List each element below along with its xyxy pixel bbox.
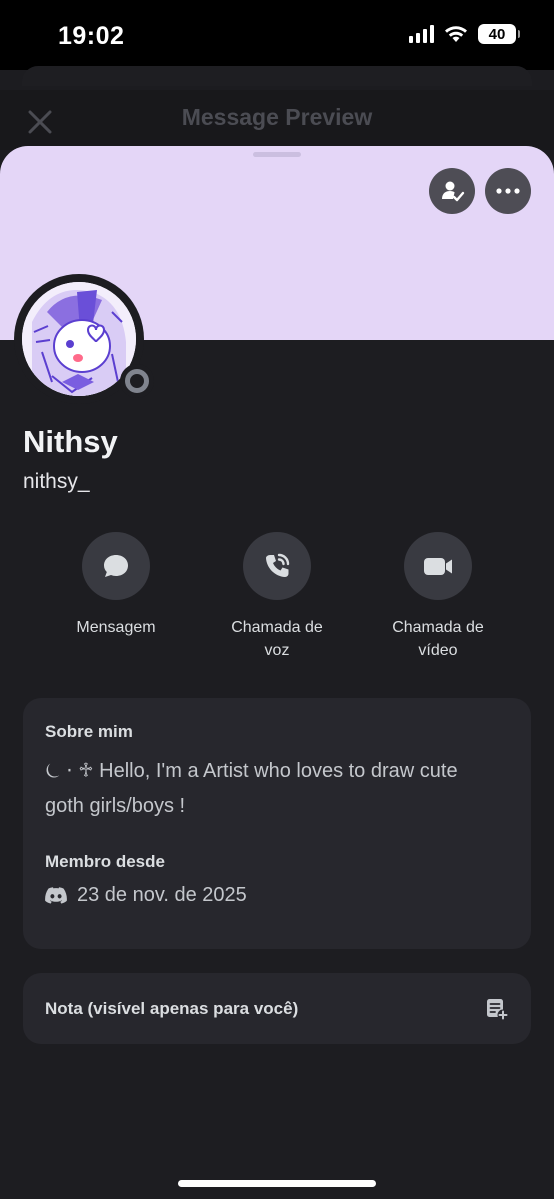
- voice-call-action[interactable]: Chamada de voz: [207, 532, 347, 662]
- avatar-container[interactable]: [14, 274, 154, 404]
- video-call-label: Chamada de vídeo: [392, 619, 484, 659]
- note-card[interactable]: Nota (visível apenas para você): [23, 973, 531, 1044]
- video-call-button[interactable]: [404, 532, 472, 600]
- status-indicator-offline: [120, 364, 154, 398]
- voice-call-button[interactable]: [243, 532, 311, 600]
- display-name: Nithsy: [23, 424, 118, 459]
- chat-bubble-icon: [104, 555, 128, 577]
- video-call-action[interactable]: Chamada de vídeo: [368, 532, 508, 662]
- add-note-icon[interactable]: [485, 997, 509, 1021]
- background-modal-edge: [22, 66, 532, 86]
- status-time: 19:02: [58, 22, 125, 50]
- cellular-signal-icon: [409, 25, 434, 43]
- message-label: Mensagem: [76, 619, 156, 636]
- about-heading: Sobre mim: [45, 722, 133, 741]
- friend-check-icon: [442, 181, 465, 202]
- wifi-icon: [445, 26, 467, 42]
- more-icon: [496, 188, 520, 194]
- note-label: Nota (visível apenas para você): [45, 998, 299, 1018]
- member-since-heading: Membro desde: [45, 852, 165, 871]
- member-since-row: 23 de nov. de 2025: [45, 884, 509, 907]
- about-card: Sobre mim ⏾ ⋅ ♱ Hello, I'm a Artist who …: [23, 698, 531, 949]
- member-since-date: 23 de nov. de 2025: [77, 884, 247, 906]
- sheet-grabber[interactable]: [253, 152, 301, 157]
- about-text: ⏾ ⋅ ♱ Hello, I'm a Artist who loves to d…: [45, 760, 458, 817]
- friend-status-button[interactable]: [429, 168, 475, 214]
- discord-logo-icon: [45, 887, 67, 904]
- more-options-button[interactable]: [485, 168, 531, 214]
- phone-call-icon: [266, 553, 290, 577]
- home-indicator: [178, 1180, 376, 1187]
- profile-sheet: Nithsy nithsy_ Mensagem Chamada de voz C…: [0, 146, 554, 1199]
- voice-call-label: Chamada de voz: [231, 619, 323, 659]
- battery-indicator: 40: [478, 24, 520, 44]
- video-camera-icon: [424, 558, 452, 575]
- avatar-illustration: [22, 282, 136, 396]
- background-modal-title: Message Preview: [181, 104, 373, 130]
- status-icons: 40: [409, 24, 520, 44]
- message-button[interactable]: [82, 532, 150, 600]
- avatar: [22, 282, 136, 396]
- message-action[interactable]: Mensagem: [46, 532, 186, 639]
- status-bar: 19:02 40: [0, 0, 554, 70]
- username: nithsy_: [23, 470, 90, 493]
